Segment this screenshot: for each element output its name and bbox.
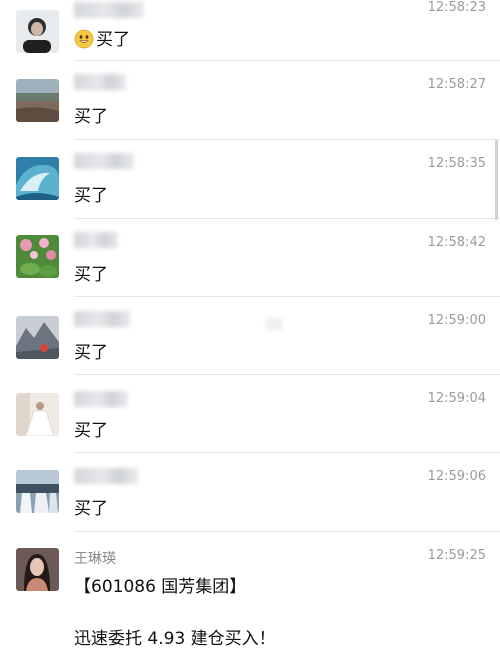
message-text: 【601086 国芳集团】 xyxy=(74,577,247,597)
sender-name-blurred xyxy=(74,2,144,18)
message-text: 买了 xyxy=(74,343,108,363)
waterfall-avatar[interactable] xyxy=(16,470,59,513)
divider xyxy=(74,452,500,453)
message-timestamp: 12:58:23 xyxy=(427,0,486,15)
woman-portrait-avatar[interactable] xyxy=(16,548,59,591)
beach-landscape-avatar[interactable] xyxy=(16,79,59,122)
divider xyxy=(74,296,500,297)
divider xyxy=(74,139,500,140)
sender-name-blurred xyxy=(74,153,134,169)
message-timestamp: 12:59:06 xyxy=(427,469,486,484)
sender-name-blurred xyxy=(74,74,126,90)
pink-flowers-avatar[interactable] xyxy=(16,235,59,278)
message-text: 买了 xyxy=(74,421,108,441)
divider xyxy=(74,374,500,375)
mountain-scenery-avatar[interactable] xyxy=(16,316,59,359)
message-text: 买了 xyxy=(74,107,108,127)
divider xyxy=(74,531,500,532)
scrollbar[interactable] xyxy=(495,140,498,220)
person-portrait-avatar[interactable] xyxy=(16,10,59,53)
chat-message-list[interactable]: 12:58:23 买了 12:58:27 买了 12:58:35 买了 12:5… xyxy=(0,0,500,649)
message-text: 买了 xyxy=(74,499,108,519)
message-timestamp: 12:58:42 xyxy=(427,235,486,250)
sender-name-blurred xyxy=(74,391,128,407)
message-content: 买了 xyxy=(96,30,130,50)
sender-name-blurred xyxy=(74,468,138,484)
message-timestamp: 12:58:35 xyxy=(427,156,486,171)
sender-name-blurred xyxy=(74,311,130,327)
blurred-artifact xyxy=(265,318,283,330)
grinning-face-emoji-icon xyxy=(74,29,94,49)
sender-name[interactable]: 王琳瑛 xyxy=(74,548,116,568)
message-text: 买了 xyxy=(74,25,130,50)
message-timestamp: 12:59:04 xyxy=(427,391,486,406)
divider xyxy=(74,60,500,61)
message-text-line-2: 迅速委托 4.93 建仓买入！ xyxy=(74,629,276,649)
ocean-wave-avatar[interactable] xyxy=(16,157,59,200)
bride-photo-avatar[interactable] xyxy=(16,393,59,436)
message-timestamp: 12:59:25 xyxy=(427,548,486,563)
message-timestamp: 12:59:00 xyxy=(427,313,486,328)
divider xyxy=(74,218,500,219)
message-text: 买了 xyxy=(74,186,108,206)
message-text: 买了 xyxy=(74,265,108,285)
sender-name-blurred xyxy=(74,232,118,248)
message-timestamp: 12:58:27 xyxy=(427,77,486,92)
